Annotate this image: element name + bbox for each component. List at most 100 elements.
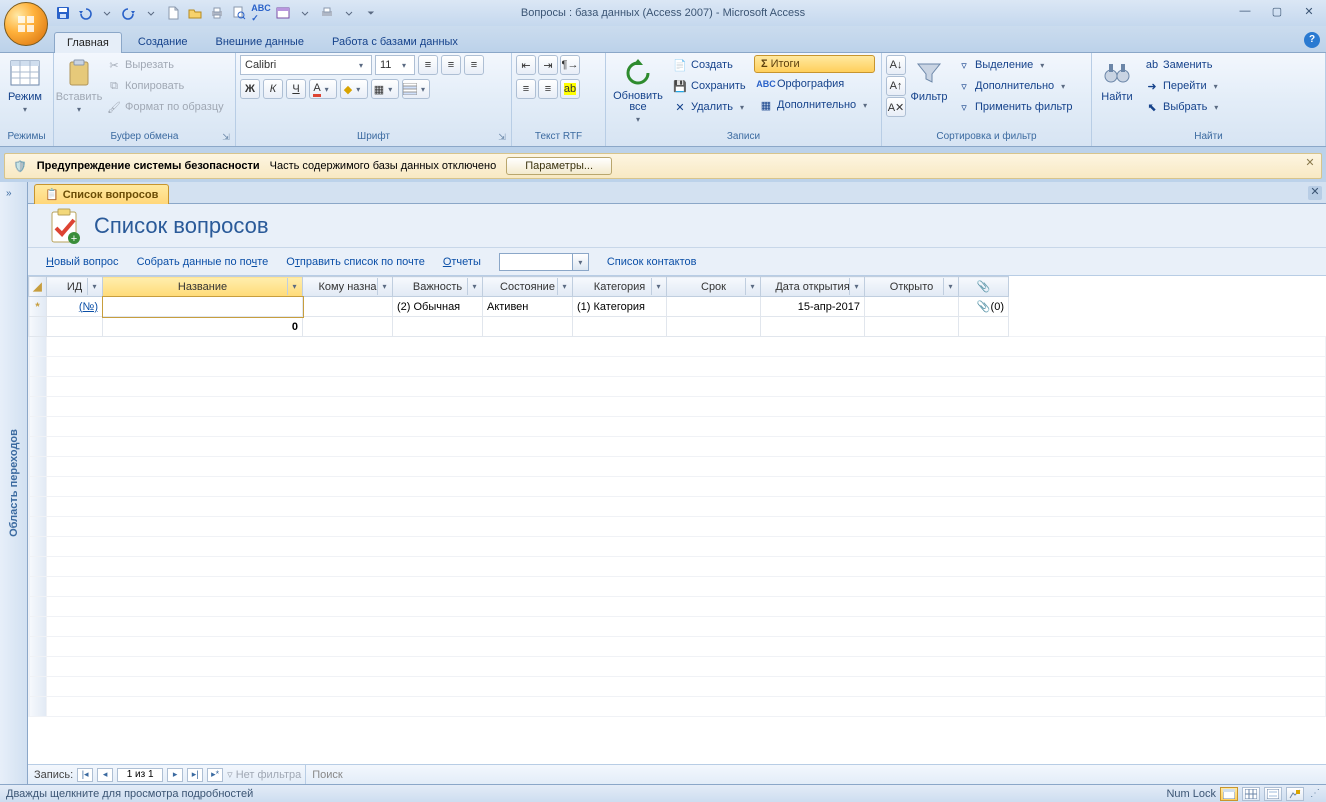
- print-preview-icon[interactable]: [230, 4, 248, 22]
- next-record-button[interactable]: ▸: [167, 768, 183, 782]
- tab-database-tools[interactable]: Работа с базами данных: [320, 32, 470, 52]
- maximize-button[interactable]: ▢: [1262, 2, 1292, 20]
- col-title[interactable]: Название▾: [103, 277, 303, 297]
- save-record-button[interactable]: 💾Сохранить: [668, 76, 752, 96]
- font-color-button[interactable]: А▾: [309, 79, 337, 99]
- row-selector-new[interactable]: *: [29, 297, 47, 317]
- send-list-by-email-link[interactable]: Отправить список по почте: [286, 256, 425, 268]
- toggle-filter-button[interactable]: ▿Применить фильтр: [952, 97, 1077, 117]
- id-link[interactable]: (№): [51, 301, 98, 313]
- replace-button[interactable]: abЗаменить: [1140, 55, 1226, 75]
- tab-home[interactable]: Главная: [54, 32, 122, 53]
- search-box[interactable]: Поиск: [305, 765, 348, 784]
- category-cell[interactable]: (1) Категория: [573, 297, 667, 317]
- form-view-button[interactable]: [1220, 787, 1238, 801]
- record-number-input[interactable]: [117, 768, 163, 782]
- ltr-button[interactable]: ¶→: [560, 55, 580, 75]
- resize-grip-icon[interactable]: ⋰: [1310, 788, 1320, 799]
- minimize-button[interactable]: —: [1230, 2, 1260, 20]
- redo-icon[interactable]: [120, 4, 138, 22]
- security-close-button[interactable]: ✕: [1303, 157, 1317, 171]
- font-size-combo[interactable]: 11▾: [375, 55, 415, 75]
- increase-indent-button[interactable]: ⇥: [538, 55, 558, 75]
- attachments-cell[interactable]: 📎(0): [959, 297, 1009, 317]
- design-view-button[interactable]: [1286, 787, 1304, 801]
- col-opened-by[interactable]: Открыто▾: [865, 277, 959, 297]
- prev-record-button[interactable]: ◂: [97, 768, 113, 782]
- align-center-button[interactable]: ≡: [441, 55, 461, 75]
- col-id[interactable]: ИД▾: [47, 277, 103, 297]
- reports-combo[interactable]: ▾: [499, 253, 589, 271]
- state-cell[interactable]: Активен: [483, 297, 573, 317]
- copy-button[interactable]: ⧉Копировать: [102, 76, 228, 96]
- align-left-button[interactable]: ≡: [418, 55, 438, 75]
- doctab-questions-list[interactable]: 📋 Список вопросов: [34, 184, 169, 204]
- col-open-date[interactable]: Дата открытия▾: [761, 277, 865, 297]
- datasheet-view-button[interactable]: [1242, 787, 1260, 801]
- new-record-row[interactable]: * (№) (2) Обычная Активен (1) Категория …: [29, 297, 1326, 317]
- form-icon[interactable]: [274, 4, 292, 22]
- opened-by-cell[interactable]: [865, 297, 959, 317]
- navigation-pane-collapsed[interactable]: » Область переходов: [0, 182, 28, 784]
- spelling-button[interactable]: ABCОрфография: [754, 74, 875, 94]
- assigned-cell[interactable]: [303, 297, 393, 317]
- more-records-button[interactable]: ▦Дополнительно▾: [754, 95, 875, 115]
- first-record-button[interactable]: |◂: [77, 768, 93, 782]
- new-doc-icon[interactable]: [164, 4, 182, 22]
- font-name-combo[interactable]: Calibri▾: [240, 55, 372, 75]
- col-attachments[interactable]: 📎: [959, 277, 1009, 297]
- delete-record-button[interactable]: ✕Удалить▾: [668, 97, 752, 117]
- find-button[interactable]: Найти: [1096, 55, 1138, 105]
- undo-icon[interactable]: [76, 4, 94, 22]
- datasheet-grid[interactable]: ◢ ИД▾ Название▾ Кому назна▾ Важность▾ Со…: [28, 276, 1326, 764]
- totals-button[interactable]: ΣИтоги: [754, 55, 875, 73]
- refresh-all-button[interactable]: Обновить все ▾: [610, 55, 666, 126]
- select-button[interactable]: ⬉Выбрать▾: [1140, 97, 1226, 117]
- col-due[interactable]: Срок▾: [667, 277, 761, 297]
- col-importance[interactable]: Важность▾: [393, 277, 483, 297]
- open-date-cell[interactable]: 15-апр-2017: [761, 297, 865, 317]
- col-assigned[interactable]: Кому назна▾: [303, 277, 393, 297]
- qat-customize-icon[interactable]: ⏷: [362, 4, 380, 22]
- select-all-corner[interactable]: ◢: [29, 277, 47, 297]
- reports-label[interactable]: Отчеты: [443, 256, 481, 268]
- filter-button[interactable]: Фильтр: [908, 55, 950, 105]
- advanced-filter-button[interactable]: ▿Дополнительно▾: [952, 76, 1077, 96]
- importance-cell[interactable]: (2) Обычная: [393, 297, 483, 317]
- fill-color-button[interactable]: ◆▾: [340, 79, 368, 99]
- gridlines-button[interactable]: ▦▾: [371, 79, 399, 99]
- form-dropdown-icon[interactable]: [296, 4, 314, 22]
- quick-print-icon[interactable]: [318, 4, 336, 22]
- highlight-button[interactable]: ab: [560, 79, 580, 99]
- col-category[interactable]: Категория▾: [573, 277, 667, 297]
- collect-by-email-link[interactable]: Собрать данные по почте: [137, 256, 269, 268]
- sort-desc-button[interactable]: A↑: [886, 76, 906, 96]
- italic-button[interactable]: К: [263, 79, 283, 99]
- underline-button[interactable]: Ч: [286, 79, 306, 99]
- numbered-list-button[interactable]: ≡: [516, 79, 536, 99]
- quick-print-dropdown-icon[interactable]: [340, 4, 358, 22]
- clipboard-dialog-launcher[interactable]: ⇲: [219, 131, 233, 145]
- spellcheck-icon[interactable]: ABC✓: [252, 4, 270, 22]
- print-icon[interactable]: [208, 4, 226, 22]
- cut-button[interactable]: ✂Вырезать: [102, 55, 228, 75]
- format-painter-button[interactable]: 🖌Формат по образцу: [102, 97, 228, 117]
- new-record-button[interactable]: 📄Создать: [668, 55, 752, 75]
- last-record-button[interactable]: ▸|: [187, 768, 203, 782]
- decrease-indent-button[interactable]: ⇤: [516, 55, 536, 75]
- selection-filter-button[interactable]: ▿Выделение▾: [952, 55, 1077, 75]
- alt-row-color-button[interactable]: ▾: [402, 79, 430, 99]
- layout-view-button[interactable]: [1264, 787, 1282, 801]
- doctab-close-button[interactable]: ✕: [1308, 186, 1322, 200]
- expand-nav-pane-icon[interactable]: »: [6, 188, 12, 199]
- sort-asc-button[interactable]: A↓: [886, 55, 906, 75]
- office-button[interactable]: [4, 2, 48, 46]
- bold-button[interactable]: Ж: [240, 79, 260, 99]
- security-options-button[interactable]: Параметры...: [506, 157, 612, 175]
- tab-create[interactable]: Создание: [126, 32, 200, 52]
- undo-dropdown-icon[interactable]: [98, 4, 116, 22]
- redo-dropdown-icon[interactable]: [142, 4, 160, 22]
- close-button[interactable]: ✕: [1294, 2, 1324, 20]
- font-dialog-launcher[interactable]: ⇲: [495, 131, 509, 145]
- bulleted-list-button[interactable]: ≡: [538, 79, 558, 99]
